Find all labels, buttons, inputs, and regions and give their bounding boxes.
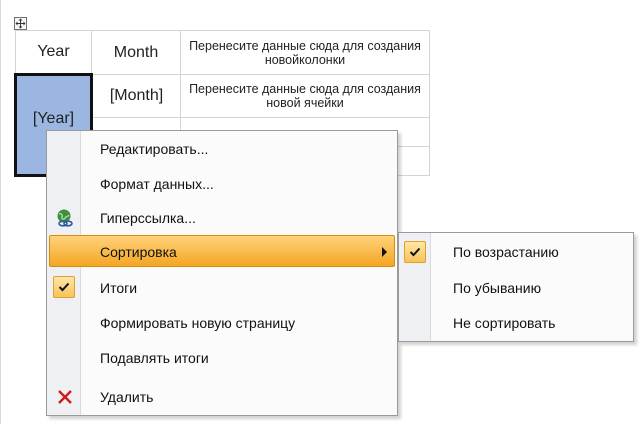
- hyperlink-globe-icon: [55, 208, 75, 228]
- menu-item-data-format[interactable]: Формат данных...: [49, 168, 395, 200]
- submenu-arrow-icon: [382, 247, 387, 257]
- menu-item-label: Сортировка: [100, 244, 177, 260]
- canvas-border: [0, 0, 1, 424]
- menu-item-new-page[interactable]: Формировать новую страницу: [49, 307, 395, 339]
- move-handle-icon[interactable]: [14, 17, 27, 30]
- submenu-item-no-sort[interactable]: Не сортировать: [401, 306, 631, 340]
- menu-item-label: Гиперссылка...: [100, 210, 196, 226]
- year-field-label: [Year]: [32, 110, 75, 127]
- menu-item-hyperlink[interactable]: Гиперссылка...: [49, 202, 395, 234]
- drop-column-zone[interactable]: Перенесите данные сюда для создания ново…: [180, 30, 430, 75]
- menu-item-totals[interactable]: Итоги: [49, 272, 395, 304]
- drop-cell-zone[interactable]: Перенесите данные сюда для создания ново…: [180, 74, 430, 118]
- menu-item-label: Формат данных...: [100, 176, 214, 192]
- submenu-item-ascending[interactable]: По возрастанию: [401, 235, 631, 269]
- submenu-item-label: По убыванию: [453, 280, 542, 296]
- menu-item-edit[interactable]: Редактировать...: [49, 133, 395, 165]
- submenu-item-label: По возрастанию: [453, 244, 559, 260]
- header-month[interactable]: Month: [91, 30, 181, 75]
- delete-x-icon: [55, 387, 75, 407]
- menu-item-sort[interactable]: Сортировка: [49, 235, 395, 267]
- menu-item-suppress-totals[interactable]: Подавлять итоги: [49, 342, 395, 374]
- sort-submenu: По возрастанию По убыванию Не сортироват…: [398, 232, 634, 342]
- month-field-cell[interactable]: [Month]: [91, 74, 181, 118]
- submenu-item-descending[interactable]: По убыванию: [401, 271, 631, 305]
- menu-item-label: Формировать новую страницу: [100, 315, 296, 331]
- menu-item-label: Подавлять итоги: [100, 350, 209, 366]
- menu-item-delete[interactable]: Удалить: [49, 381, 395, 413]
- header-year[interactable]: Year: [15, 30, 92, 75]
- menu-item-label: Удалить: [100, 389, 154, 405]
- menu-item-label: Итоги: [100, 280, 138, 296]
- check-icon: [404, 241, 426, 263]
- submenu-item-label: Не сортировать: [453, 315, 556, 331]
- context-menu: Редактировать... Формат данных... Гиперс…: [46, 130, 398, 416]
- check-icon: [53, 276, 75, 298]
- menu-item-label: Редактировать...: [100, 141, 209, 157]
